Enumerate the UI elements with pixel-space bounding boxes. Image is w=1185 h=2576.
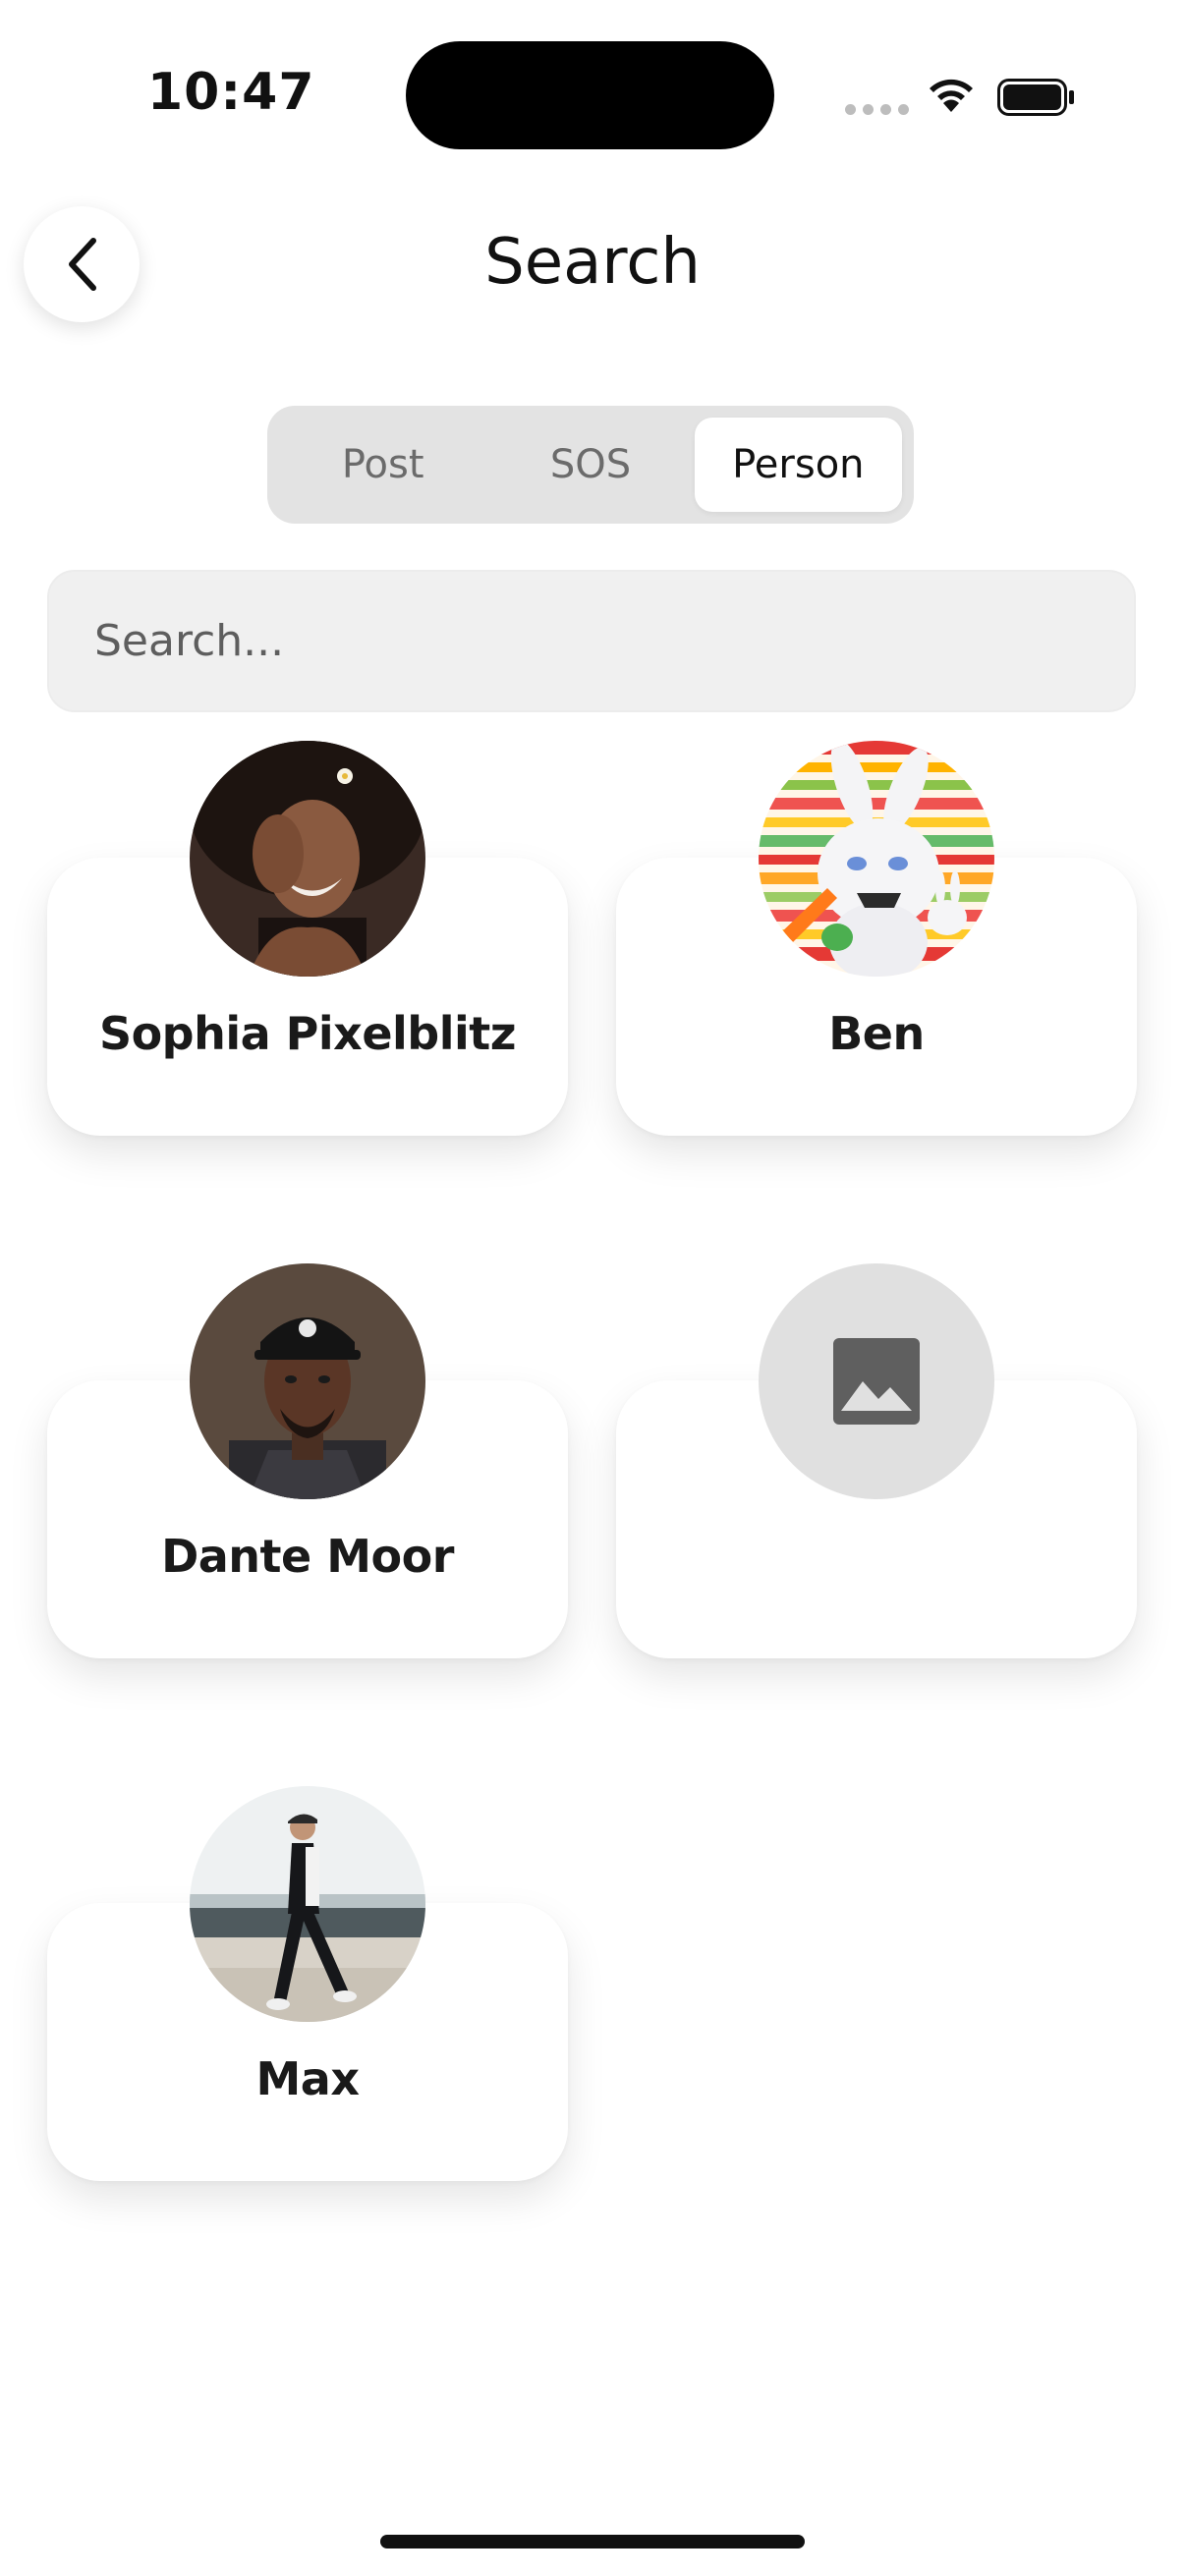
avatar[interactable] (759, 741, 994, 977)
photo-woman-laughing (190, 741, 425, 977)
person-name: Max (255, 2052, 361, 2105)
cellular-signal-icon (845, 104, 909, 115)
person-name: Dante Moor (161, 1530, 454, 1583)
avatar[interactable] (190, 741, 425, 977)
status-time: 10:47 (147, 63, 315, 122)
tab-person[interactable]: Person (694, 418, 902, 512)
person-name: Sophia Pixelblitz (98, 1007, 517, 1060)
avatar[interactable] (190, 1263, 425, 1499)
person-name: Ben (828, 1007, 925, 1060)
tab-sos[interactable]: SOS (486, 418, 694, 512)
status-icons (845, 73, 1081, 122)
tab-post[interactable]: Post (279, 418, 486, 512)
search-input[interactable] (47, 570, 1136, 712)
wifi-icon (930, 79, 973, 112)
photo-angry-bunny-toy (759, 741, 994, 977)
battery-icon (997, 79, 1074, 116)
avatar-placeholder[interactable] (759, 1263, 994, 1499)
search-type-tabs: Post SOS Person (267, 406, 914, 524)
image-placeholder-icon (833, 1338, 920, 1425)
avatar[interactable] (190, 1786, 425, 2022)
page-title: Search (484, 226, 701, 299)
home-indicator[interactable] (380, 2535, 805, 2548)
dynamic-island (406, 41, 774, 149)
photo-man-cap (190, 1263, 425, 1499)
photo-man-walking-beach (190, 1786, 425, 2022)
